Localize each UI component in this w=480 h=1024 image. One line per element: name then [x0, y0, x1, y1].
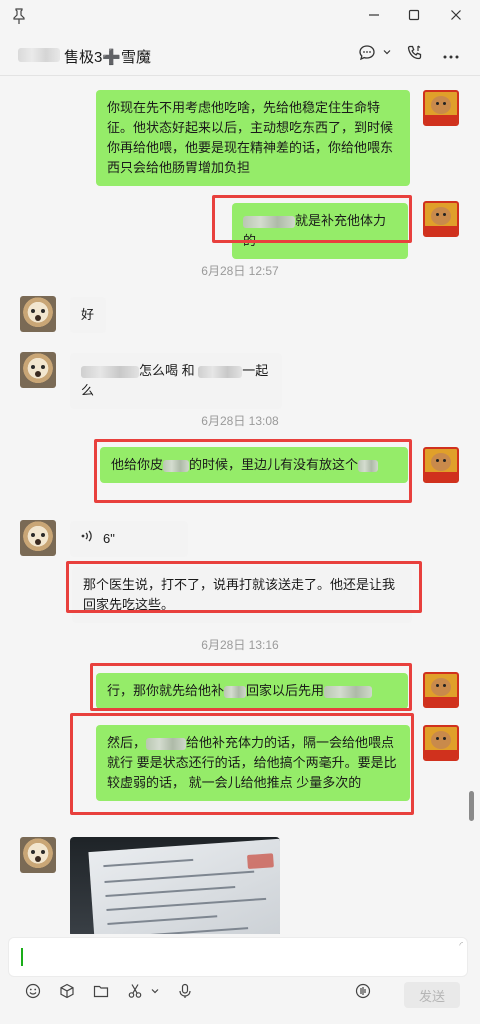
- folder-icon[interactable]: [90, 983, 112, 1005]
- contact-avatar[interactable]: [20, 520, 56, 556]
- pin-icon[interactable]: [12, 8, 28, 24]
- minimize-icon[interactable]: [364, 6, 384, 26]
- send-button[interactable]: 发送: [404, 982, 460, 1008]
- chat-header: 售极3➕雪魔: [0, 34, 480, 76]
- phone-call-icon[interactable]: [404, 44, 426, 66]
- contact-avatar[interactable]: [20, 352, 56, 388]
- voice-duration: 6": [103, 531, 115, 546]
- screenshot-scissors-icon[interactable]: [124, 983, 146, 1005]
- my-avatar[interactable]: [423, 672, 459, 708]
- my-avatar[interactable]: [423, 725, 459, 761]
- message-text: 好: [81, 307, 95, 322]
- resize-handle-icon[interactable]: ◜: [460, 940, 464, 951]
- chat-bubble-icon[interactable]: [356, 44, 378, 66]
- timestamp: 6月28日 12:57: [201, 264, 279, 278]
- my-avatar[interactable]: [423, 201, 459, 237]
- message-bubble-incoming[interactable]: 那个医生说，打不了，说再打就该送走了。他还是让我回家先吃这些。: [72, 567, 412, 623]
- text-caret: [21, 948, 23, 966]
- timestamp: 6月28日 13:16: [201, 638, 279, 652]
- timestamp: 6月28日 13:08: [201, 414, 279, 428]
- favorites-cube-icon[interactable]: [56, 983, 78, 1005]
- chevron-down-icon[interactable]: [144, 983, 166, 1005]
- message-text: 那个医生说，打不了，说再打就该送走了。他还是让我回家先吃这些。: [83, 577, 396, 612]
- contact-avatar[interactable]: [20, 296, 56, 332]
- more-icon[interactable]: [440, 44, 462, 66]
- message-input[interactable]: ◜: [8, 937, 468, 977]
- message-bubble-outgoing[interactable]: 然后， 给他补充体力的话，隔一会给他喂点就行 要是状态还行的话，给他搞个两毫升。要…: [96, 725, 410, 801]
- document-photo: [88, 838, 280, 934]
- message-bubble-outgoing[interactable]: 就是补充他体力的: [232, 203, 408, 259]
- scrollbar-thumb[interactable]: [469, 791, 474, 821]
- close-icon[interactable]: [446, 6, 466, 26]
- message-text: 怎么喝 和: [139, 363, 195, 378]
- message-text: 他给你皮: [111, 457, 164, 472]
- my-avatar[interactable]: [423, 447, 459, 483]
- redacted-text: [81, 365, 139, 378]
- redacted-text: [198, 365, 243, 378]
- voice-message[interactable]: 6": [70, 521, 188, 557]
- voice-wave-icon: [81, 529, 93, 549]
- microphone-icon[interactable]: [174, 983, 196, 1005]
- redacted-text: [358, 459, 379, 472]
- message-text: 然后，: [107, 735, 147, 750]
- message-text: 回家以后先用: [246, 683, 325, 698]
- message-text: 你现在先不用考虑他吃啥，先给他稳定住生命特征。他状态好起来以后，主动想吃东西了，…: [107, 100, 394, 175]
- redacted-text: [324, 685, 373, 698]
- redacted-text: [243, 215, 295, 228]
- chat-title: 售极3➕雪魔: [64, 49, 152, 66]
- blurred-name: [18, 48, 60, 62]
- my-avatar[interactable]: [423, 90, 459, 126]
- chat-area[interactable]: 你现在先不用考虑他吃啥，先给他稳定住生命特征。他状态好起来以后，主动想吃东西了，…: [0, 77, 480, 934]
- message-bubble-outgoing[interactable]: 行，那你就先给他补 回家以后先用: [96, 673, 408, 709]
- redacted-text: [163, 459, 190, 472]
- voice-input-icon[interactable]: [352, 983, 374, 1005]
- message-text: 的时候，里边儿有没有放这个: [189, 457, 359, 472]
- redacted-text: [146, 737, 187, 750]
- message-bubble-outgoing[interactable]: 你现在先不用考虑他吃啥，先给他稳定住生命特征。他状态好起来以后，主动想吃东西了，…: [96, 90, 410, 186]
- message-bubble-outgoing[interactable]: 他给你皮 的时候，里边儿有没有放这个: [100, 447, 408, 483]
- message-bubble-incoming[interactable]: 怎么喝 和 一起么: [70, 353, 282, 409]
- message-bubble-incoming[interactable]: 好: [70, 297, 106, 333]
- message-text: 行，那你就先给他补: [107, 683, 225, 698]
- contact-avatar[interactable]: [20, 837, 56, 873]
- title-bar: [0, 0, 480, 34]
- emoji-icon[interactable]: [22, 983, 44, 1005]
- chevron-down-icon[interactable]: [376, 44, 398, 66]
- input-area: ◜ 发送: [0, 934, 480, 1024]
- redacted-text: [224, 685, 247, 698]
- photo-message[interactable]: [70, 837, 280, 934]
- maximize-icon[interactable]: [404, 6, 424, 26]
